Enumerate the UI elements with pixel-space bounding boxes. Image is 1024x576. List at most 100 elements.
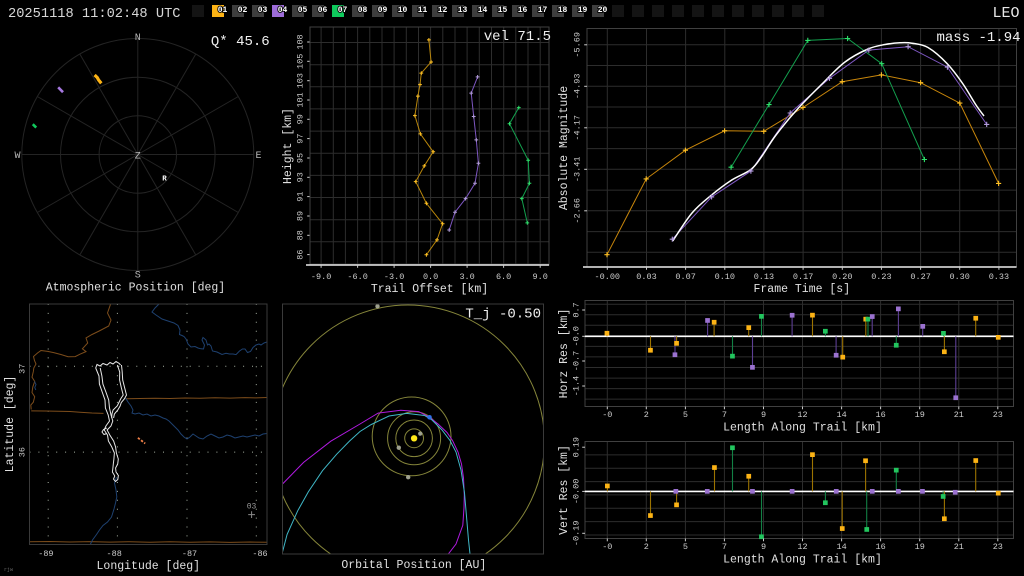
svg-text:7: 7 <box>722 542 727 552</box>
svg-text:5: 5 <box>683 542 688 552</box>
svg-text:12: 12 <box>797 542 807 552</box>
svg-text:N: N <box>135 33 141 44</box>
svg-text:-0.00: -0.00 <box>595 272 621 282</box>
svg-text:-4.17: -4.17 <box>573 115 583 141</box>
svg-text:17: 17 <box>538 6 548 15</box>
svg-text:Atmospheric Position [deg]: Atmospheric Position [deg] <box>46 282 225 295</box>
svg-text:0.03: 0.03 <box>636 272 656 282</box>
svg-text:03: 03 <box>247 503 257 512</box>
svg-text:0.13: 0.13 <box>754 272 774 282</box>
svg-text:21: 21 <box>954 542 964 552</box>
svg-text:93: 93 <box>296 172 306 182</box>
svg-text:2: 2 <box>644 542 649 552</box>
svg-text:Latitude [deg]: Latitude [deg] <box>4 376 17 473</box>
svg-text:09: 09 <box>378 6 388 15</box>
svg-text:Orbital Position [AU]: Orbital Position [AU] <box>341 559 486 572</box>
svg-text:Length Along Trail [km]: Length Along Trail [km] <box>723 554 882 567</box>
svg-text:16: 16 <box>875 542 885 552</box>
svg-text:Absolute Magnitude: Absolute Magnitude <box>558 86 571 210</box>
svg-text:23: 23 <box>993 410 1003 420</box>
svg-text:Horz Res [km]: Horz Res [km] <box>558 309 571 399</box>
svg-text:0.0: 0.0 <box>423 272 438 282</box>
svg-text:LEO: LEO <box>992 5 1019 22</box>
svg-text:Z: Z <box>135 152 141 163</box>
svg-text:-86: -86 <box>252 549 267 559</box>
svg-text:06: 06 <box>318 6 328 15</box>
svg-text:14: 14 <box>836 410 846 420</box>
svg-text:-2.66: -2.66 <box>573 198 583 224</box>
svg-text:-6.0: -6.0 <box>347 272 367 282</box>
svg-text:7: 7 <box>722 410 727 420</box>
svg-text:E: E <box>255 151 261 162</box>
svg-text:86: 86 <box>296 249 306 259</box>
svg-text:105: 105 <box>296 54 306 69</box>
svg-text:12: 12 <box>438 6 448 15</box>
svg-text:21: 21 <box>954 410 964 420</box>
svg-text:89: 89 <box>296 211 306 221</box>
svg-text:S: S <box>135 271 141 282</box>
svg-text:91: 91 <box>296 191 306 201</box>
svg-text:12: 12 <box>797 410 807 420</box>
svg-text:11: 11 <box>418 6 428 15</box>
svg-text:02: 02 <box>238 6 248 15</box>
svg-text:R: R <box>162 176 167 184</box>
svg-text:10: 10 <box>398 6 408 15</box>
svg-text:-89: -89 <box>38 549 53 559</box>
svg-text:16: 16 <box>875 410 885 420</box>
svg-text:-1.4: -1.4 <box>572 376 582 396</box>
svg-text:108: 108 <box>296 34 306 49</box>
svg-text:13: 13 <box>458 6 468 15</box>
svg-text:01: 01 <box>218 6 228 15</box>
svg-text:6.0: 6.0 <box>496 272 511 282</box>
svg-text:88: 88 <box>296 230 306 240</box>
svg-text:03: 03 <box>258 6 268 15</box>
svg-text:0.7: 0.7 <box>572 302 582 317</box>
svg-text:103: 103 <box>296 73 306 88</box>
svg-text:0.17: 0.17 <box>793 272 813 282</box>
svg-text:36: 36 <box>17 447 27 457</box>
svg-text:20251118 11:02:48 UTC: 20251118 11:02:48 UTC <box>8 7 181 22</box>
svg-text:20: 20 <box>598 6 608 15</box>
svg-text:-0.7: -0.7 <box>572 351 582 371</box>
svg-text:0.19: 0.19 <box>572 437 582 457</box>
svg-text:-0.00: -0.00 <box>572 479 582 505</box>
svg-text:99: 99 <box>296 114 306 124</box>
svg-text:-3.41: -3.41 <box>573 157 583 183</box>
svg-text:0.33: 0.33 <box>989 272 1009 282</box>
svg-text:-87: -87 <box>182 549 197 559</box>
svg-text:-9.0: -9.0 <box>311 272 331 282</box>
svg-text:3.0: 3.0 <box>459 272 474 282</box>
svg-text:04: 04 <box>278 6 288 15</box>
svg-text:9.0: 9.0 <box>533 272 548 282</box>
svg-text:05: 05 <box>298 6 308 15</box>
svg-text:rjw: rjw <box>4 567 13 573</box>
svg-text:16: 16 <box>518 6 528 15</box>
svg-text:mass -1.94: mass -1.94 <box>936 30 1020 46</box>
svg-text:Trail Offset [km]: Trail Offset [km] <box>371 283 488 296</box>
svg-text:-4.93: -4.93 <box>573 74 583 100</box>
svg-text:19: 19 <box>578 6 588 15</box>
svg-text:9: 9 <box>761 542 766 552</box>
svg-text:14: 14 <box>478 6 488 15</box>
svg-text:Height [km]: Height [km] <box>282 108 295 184</box>
svg-text:2: 2 <box>644 410 649 420</box>
svg-text:Q* 45.6: Q* 45.6 <box>211 34 270 50</box>
svg-text:9: 9 <box>761 410 766 420</box>
svg-text:0.27: 0.27 <box>910 272 930 282</box>
svg-text:vel 71.5: vel 71.5 <box>484 29 551 45</box>
svg-text:37: 37 <box>17 364 27 374</box>
svg-text:18: 18 <box>558 6 568 15</box>
svg-text:-88: -88 <box>107 549 122 559</box>
svg-text:07: 07 <box>338 6 348 15</box>
svg-text:Longitude [deg]: Longitude [deg] <box>97 560 201 573</box>
svg-text:19: 19 <box>915 542 925 552</box>
svg-text:T_j -0.50: T_j -0.50 <box>465 307 541 323</box>
svg-text:23: 23 <box>993 542 1003 552</box>
svg-text:-0.0: -0.0 <box>572 326 582 346</box>
svg-text:19: 19 <box>915 410 925 420</box>
svg-text:-0.19: -0.19 <box>572 521 582 547</box>
svg-text:0.20: 0.20 <box>832 272 852 282</box>
svg-text:0.23: 0.23 <box>871 272 891 282</box>
svg-text:Length Along Trail [km]: Length Along Trail [km] <box>723 422 882 435</box>
svg-text:97: 97 <box>296 133 306 143</box>
